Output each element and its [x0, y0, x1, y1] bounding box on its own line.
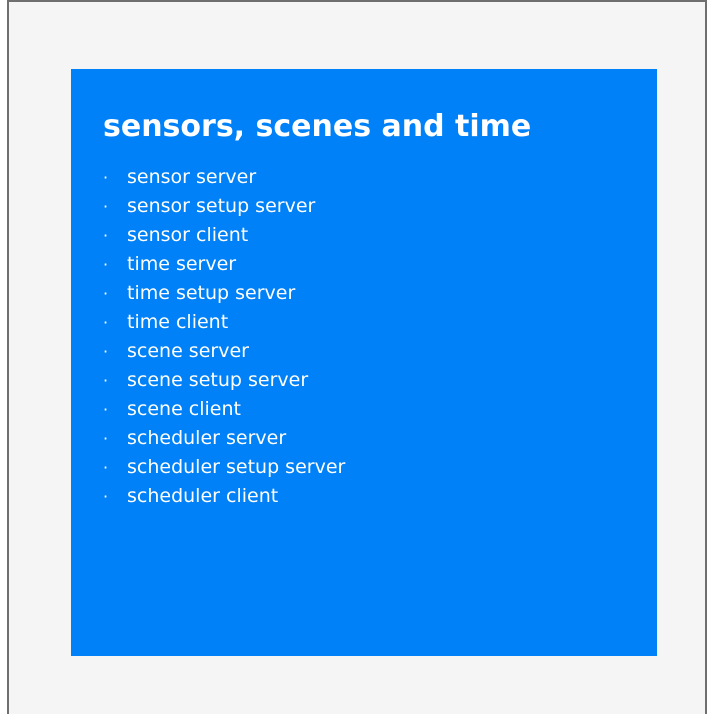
bullet-icon: · [103, 458, 109, 477]
list-item: · scene client [103, 395, 657, 424]
bullet-icon: · [103, 429, 109, 448]
list-item-label: scheduler server [127, 427, 287, 449]
bullet-icon: · [103, 168, 109, 187]
list-item: · time server [103, 250, 657, 279]
list-item-label: scene server [127, 340, 249, 362]
list-item: · sensor client [103, 221, 657, 250]
list-item: · scheduler client [103, 482, 657, 511]
bullet-icon: · [103, 342, 109, 361]
list-item-label: time server [127, 253, 237, 275]
bullet-icon: · [103, 400, 109, 419]
list-item-label: scene setup server [127, 369, 309, 391]
list-item: · scene server [103, 337, 657, 366]
list-item: · sensor server [103, 163, 657, 192]
list-item-label: scheduler client [127, 485, 279, 507]
list-item: · time client [103, 308, 657, 337]
bullet-icon: · [103, 313, 109, 332]
list-item-label: sensor server [127, 166, 257, 188]
page-frame: sensors, scenes and time · sensor server … [7, 0, 707, 714]
bullet-icon: · [103, 487, 109, 506]
list-item: · sensor setup server [103, 192, 657, 221]
list-item-label: scheduler setup server [127, 456, 346, 478]
bullet-icon: · [103, 284, 109, 303]
list-item: · scheduler server [103, 424, 657, 453]
bullet-icon: · [103, 226, 109, 245]
list-item-label: time client [127, 311, 229, 333]
card-title: sensors, scenes and time [103, 109, 532, 144]
list-item-label: sensor setup server [127, 195, 316, 217]
bullet-icon: · [103, 197, 109, 216]
feature-list: · sensor server · sensor setup server · sen… [103, 163, 657, 511]
feature-card: sensors, scenes and time · sensor server … [71, 69, 657, 656]
list-item: · time setup server [103, 279, 657, 308]
list-item-label: time setup server [127, 282, 296, 304]
list-item-label: sensor client [127, 224, 249, 246]
list-item: · scheduler setup server [103, 453, 657, 482]
list-item-label: scene client [127, 398, 241, 420]
bullet-icon: · [103, 371, 109, 390]
list-item: · scene setup server [103, 366, 657, 395]
bullet-icon: · [103, 255, 109, 274]
